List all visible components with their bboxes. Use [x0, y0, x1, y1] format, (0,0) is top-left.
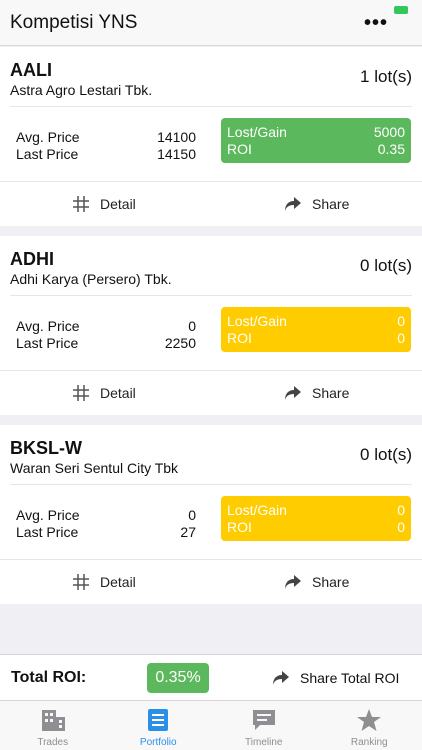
detail-label: Detail [100, 574, 136, 590]
portfolio-icon [148, 709, 169, 731]
holding-card: BKSL-W Waran Seri Sentul City Tbk 0 lot(… [0, 425, 422, 604]
avg-price-label: Avg. Price [16, 129, 80, 145]
roi-value: 0 [397, 330, 405, 346]
last-price-label: Last Price [16, 146, 79, 162]
performance-box: Lost/Gain 0 ROI 0 [221, 307, 411, 352]
notification-badge [394, 6, 408, 14]
last-price-label: Last Price [16, 335, 79, 351]
lot-count: 1 lot(s) [360, 67, 412, 86]
avg-price-label: Avg. Price [16, 507, 80, 523]
tab-label: Ranking [350, 737, 388, 748]
detail-label: Detail [100, 385, 136, 401]
performance-box: Lost/Gain 5000 ROI 0.35 [221, 118, 411, 163]
star-icon [357, 709, 382, 731]
lot-count: 0 lot(s) [360, 445, 412, 464]
last-price-value: 27 [180, 524, 196, 540]
hash-icon [73, 574, 89, 590]
roi-label: ROI [227, 519, 252, 535]
total-roi-label: Total ROI: [11, 669, 87, 686]
lost-gain-label: Lost/Gain [227, 313, 287, 329]
lost-gain-label: Lost/Gain [227, 124, 287, 140]
hash-icon [73, 196, 89, 212]
hash-icon [73, 385, 89, 401]
holding-card: ADHI Adhi Karya (Persero) Tbk. 0 lot(s) … [0, 236, 422, 415]
share-button[interactable]: Share [284, 182, 422, 226]
tab-label: Trades [37, 737, 69, 748]
total-roi-bar: Total ROI: 0.35% Share Total ROI [0, 654, 422, 700]
app-header: Kompetisi YNS ••• [0, 0, 422, 46]
share-arrow-icon [285, 386, 301, 400]
tab-portfolio[interactable]: Portfolio [106, 701, 212, 750]
share-label: Share [312, 385, 350, 401]
ticker-symbol: AALI [10, 60, 52, 80]
detail-label: Detail [100, 196, 136, 212]
last-price-value: 2250 [164, 335, 196, 351]
building-icon [41, 710, 65, 731]
share-label: Share [312, 574, 350, 590]
tab-bar: Trades Portfolio Timeline Ranking [0, 700, 422, 750]
ticker-symbol: BKSL-W [10, 438, 82, 458]
share-arrow-icon [273, 671, 289, 685]
chat-icon [252, 710, 275, 730]
more-menu-button[interactable]: ••• [364, 6, 408, 34]
tab-label: Portfolio [139, 737, 177, 748]
tab-timeline[interactable]: Timeline [211, 701, 317, 750]
page-title: Kompetisi YNS [10, 12, 138, 33]
ticker-symbol: ADHI [10, 249, 54, 269]
company-name: Adhi Karya (Persero) Tbk. [10, 271, 172, 287]
lost-gain-value: 5000 [373, 124, 405, 140]
company-name: Waran Seri Sentul City Tbk [10, 460, 179, 476]
avg-price-value: 0 [188, 507, 196, 523]
share-arrow-icon [285, 197, 301, 211]
roi-value: 0.35 [377, 141, 405, 157]
total-roi-value: 0.35% [147, 663, 209, 693]
lost-gain-value: 0 [397, 313, 405, 329]
last-price-value: 14150 [157, 146, 196, 162]
company-name: Astra Agro Lestari Tbk. [10, 82, 153, 98]
last-price-label: Last Price [16, 524, 79, 540]
performance-box: Lost/Gain 0 ROI 0 [221, 496, 411, 541]
share-arrow-icon [285, 575, 301, 589]
more-icon: ••• [364, 12, 389, 34]
lot-count: 0 lot(s) [360, 256, 412, 275]
lost-gain-value: 0 [397, 502, 405, 518]
detail-button[interactable]: Detail [72, 560, 222, 604]
share-total-roi-button[interactable]: Share Total ROI [272, 655, 399, 701]
share-label: Share [312, 196, 350, 212]
avg-price-label: Avg. Price [16, 318, 80, 334]
tab-trades[interactable]: Trades [0, 701, 106, 750]
share-button[interactable]: Share [284, 371, 422, 415]
roi-value: 0 [397, 519, 405, 535]
tab-ranking[interactable]: Ranking [317, 701, 422, 750]
roi-label: ROI [227, 330, 252, 346]
share-total-label: Share Total ROI [300, 670, 400, 686]
avg-price-value: 0 [188, 318, 196, 334]
avg-price-value: 14100 [157, 129, 196, 145]
tab-label: Timeline [245, 737, 283, 748]
share-button[interactable]: Share [284, 560, 422, 604]
roi-label: ROI [227, 141, 252, 157]
detail-button[interactable]: Detail [72, 182, 222, 226]
lost-gain-label: Lost/Gain [227, 502, 287, 518]
holding-card: AALI Astra Agro Lestari Tbk. 1 lot(s) Av… [0, 47, 422, 226]
detail-button[interactable]: Detail [72, 371, 222, 415]
